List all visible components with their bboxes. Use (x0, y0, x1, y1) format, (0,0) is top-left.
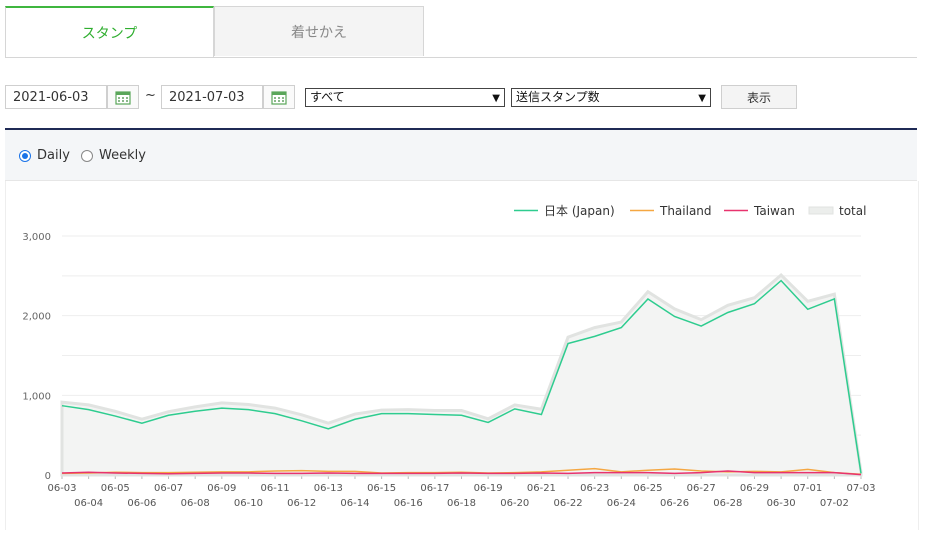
x-tick-label: 06-04 (74, 498, 103, 509)
x-tick-label: 07-03 (846, 483, 875, 494)
metric-select[interactable]: 送信スタンプ数 ▼ (511, 88, 711, 107)
x-tick-label: 06-06 (127, 498, 156, 509)
x-tick-label: 06-26 (660, 498, 689, 509)
calendar-icon (115, 90, 131, 105)
show-button[interactable]: 表示 (721, 85, 797, 109)
x-tick-label: 06-05 (101, 483, 130, 494)
tab-theme[interactable]: 着せかえ (214, 6, 424, 56)
x-tick-label: 06-19 (474, 483, 503, 494)
tab-stamp-label: スタンプ (81, 25, 138, 42)
y-tick-label: 3,000 (22, 232, 51, 243)
region-select-value: すべて (310, 90, 345, 104)
legend-label-japan: 日本 (Japan) (544, 204, 615, 218)
x-tick-label: 06-25 (633, 483, 662, 494)
x-tick-label: 06-08 (181, 498, 210, 509)
legend-label-thailand: Thailand (659, 204, 712, 218)
x-tick-label: 06-22 (554, 498, 583, 509)
series-total-area (60, 273, 863, 477)
x-tick-label: 06-27 (687, 483, 716, 494)
end-date-calendar-button[interactable] (263, 85, 295, 109)
metric-select-value: 送信スタンプ数 (516, 90, 600, 104)
x-tick-label: 06-15 (367, 483, 396, 494)
start-date-calendar-button[interactable] (107, 85, 139, 109)
x-tick-label: 06-13 (314, 483, 343, 494)
x-tick-label: 07-02 (820, 498, 849, 509)
x-tick-label: 06-12 (287, 498, 316, 509)
y-tick-label: 2,000 (22, 312, 51, 323)
x-tick-label: 06-03 (47, 483, 76, 494)
radio-weekly[interactable]: Weekly (81, 148, 146, 163)
x-tick-label: 06-07 (154, 483, 183, 494)
legend-swatch-total (808, 206, 834, 215)
line-chart: 0 1,000 2,000 3,000 06-03 06-04 06-05 06-06 06-0… (22, 204, 875, 509)
x-tick-label: 06-23 (580, 483, 609, 494)
x-tick-label: 06-11 (261, 483, 290, 494)
date-range-separator: ~ (145, 88, 156, 103)
x-tick-label: 06-20 (500, 498, 529, 509)
calendar-icon (271, 90, 287, 105)
show-button-label: 表示 (746, 90, 771, 105)
start-date-input[interactable] (5, 85, 107, 109)
radio-weekly-label: Weekly (99, 148, 146, 163)
tab-stamp[interactable]: スタンプ (5, 6, 214, 57)
tab-theme-label: 着せかえ (291, 24, 347, 41)
radio-daily-label: Daily (37, 148, 70, 163)
legend-label-total: total (839, 204, 866, 218)
region-select[interactable]: すべて ▼ (305, 88, 505, 107)
x-tick-label: 06-24 (607, 498, 636, 509)
x-tick-label: 06-21 (527, 483, 556, 494)
radio-daily[interactable]: Daily (19, 148, 70, 163)
x-tick-label: 06-14 (340, 498, 369, 509)
x-tick-label: 06-29 (740, 483, 769, 494)
x-tick-label: 07-01 (793, 483, 822, 494)
x-tick-label: 06-09 (207, 483, 236, 494)
x-tick-label: 06-18 (447, 498, 476, 509)
x-tick-label: 06-28 (713, 498, 742, 509)
chevron-down-icon: ▼ (698, 93, 706, 104)
x-tick-label: 06-30 (767, 498, 796, 509)
end-date-input[interactable] (161, 85, 263, 109)
tab-bar: スタンプ 着せかえ (5, 6, 917, 58)
y-tick-label: 0 (45, 471, 51, 482)
y-tick-label: 1,000 (22, 391, 51, 402)
radio-weekly-indicator[interactable] (81, 149, 93, 162)
x-tick-label: 06-16 (394, 498, 423, 509)
x-tick-label: 06-17 (420, 483, 449, 494)
legend-label-taiwan: Taiwan (753, 204, 795, 218)
x-tick-label: 06-10 (234, 498, 263, 509)
chart-panel: 0 1,000 2,000 3,000 06-03 06-04 06-05 06-06 06-0… (5, 181, 919, 530)
chevron-down-icon: ▼ (492, 93, 500, 104)
radio-daily-indicator[interactable] (19, 149, 31, 162)
granularity-bar: Daily Weekly (5, 130, 917, 181)
